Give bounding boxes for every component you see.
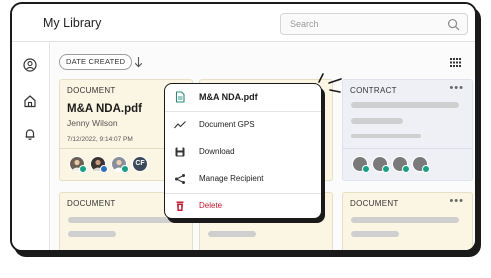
more-options-icon[interactable]: ••• bbox=[449, 82, 464, 94]
document-icon bbox=[175, 91, 185, 103]
status-badge bbox=[382, 165, 390, 173]
search-placeholder: Search bbox=[290, 19, 319, 29]
card-owner: Jenny Wilson bbox=[67, 118, 118, 128]
grid-view-icon[interactable] bbox=[450, 58, 461, 67]
avatar[interactable] bbox=[69, 156, 87, 173]
date-created-filter[interactable]: DATE CREATED bbox=[59, 54, 133, 70]
placeholder-bar bbox=[68, 231, 116, 237]
card-type-label: DOCUMENT bbox=[67, 86, 116, 95]
menu-header-file[interactable]: M&A NDA.pdf bbox=[165, 84, 321, 111]
home-icon[interactable] bbox=[23, 94, 37, 108]
menu-item-document-gps[interactable]: Document GPS bbox=[165, 112, 321, 139]
placeholder-bar bbox=[208, 251, 272, 252]
card-type-label: CONTRACT bbox=[350, 86, 397, 95]
status-badge bbox=[100, 165, 108, 173]
menu-item-manage-recipient[interactable]: Manage Recipient bbox=[165, 166, 321, 193]
status-badge bbox=[402, 165, 410, 173]
placeholder-bar bbox=[351, 251, 415, 252]
card-divider bbox=[343, 148, 472, 149]
status-badge bbox=[121, 165, 129, 173]
context-menu: M&A NDA.pdf Document GPS Download Manage… bbox=[164, 83, 322, 219]
menu-item-download[interactable]: Download bbox=[165, 139, 321, 166]
document-card[interactable]: DOCUMENT ••• bbox=[342, 192, 473, 252]
save-icon bbox=[175, 147, 185, 157]
page-title: My Library bbox=[43, 16, 102, 30]
menu-item-delete[interactable]: Delete bbox=[165, 193, 321, 220]
contract-card[interactable]: CONTRACT ••• bbox=[342, 79, 473, 181]
card-type-label: DOCUMENT bbox=[67, 199, 116, 208]
sort-arrow-down-icon[interactable] bbox=[134, 56, 143, 68]
placeholder-bar bbox=[351, 102, 459, 108]
avatar[interactable]: CF bbox=[132, 156, 148, 172]
menu-item-label: Delete bbox=[199, 201, 223, 210]
status-badge bbox=[79, 165, 87, 173]
search-input[interactable]: Search bbox=[280, 13, 468, 35]
bell-icon[interactable] bbox=[23, 127, 37, 141]
menu-item-label: Document GPS bbox=[199, 120, 255, 129]
menu-header-label: M&A NDA.pdf bbox=[199, 92, 258, 102]
card-type-label: DOCUMENT bbox=[350, 199, 399, 208]
avatar[interactable] bbox=[392, 156, 410, 173]
avatar[interactable] bbox=[372, 156, 390, 173]
placeholder-bar bbox=[351, 118, 403, 124]
share-icon bbox=[175, 174, 185, 184]
card-date: 7/12/2022, 9:14:07 PM bbox=[67, 136, 133, 143]
placeholder-bar bbox=[208, 231, 256, 237]
user-icon[interactable] bbox=[23, 58, 37, 72]
menu-item-label: Manage Recipient bbox=[199, 174, 264, 183]
more-options-icon[interactable]: ••• bbox=[449, 195, 464, 207]
trash-icon bbox=[176, 201, 184, 211]
placeholder-bar bbox=[351, 231, 399, 237]
top-bar: My Library Search bbox=[12, 4, 475, 42]
avatar[interactable] bbox=[90, 156, 108, 173]
search-icon[interactable] bbox=[447, 18, 460, 31]
sidebar bbox=[12, 42, 50, 250]
avatar[interactable] bbox=[111, 156, 129, 173]
avatar[interactable] bbox=[352, 156, 370, 173]
menu-item-label: Download bbox=[199, 147, 235, 156]
placeholder-bar bbox=[68, 251, 132, 252]
status-badge bbox=[362, 165, 370, 173]
status-badge bbox=[422, 165, 430, 173]
card-title: M&A NDA.pdf bbox=[67, 103, 142, 115]
trend-icon bbox=[174, 121, 186, 129]
placeholder-bar bbox=[68, 217, 176, 223]
placeholder-bar bbox=[351, 134, 421, 138]
placeholder-bar bbox=[351, 217, 459, 223]
avatar[interactable] bbox=[412, 156, 430, 173]
